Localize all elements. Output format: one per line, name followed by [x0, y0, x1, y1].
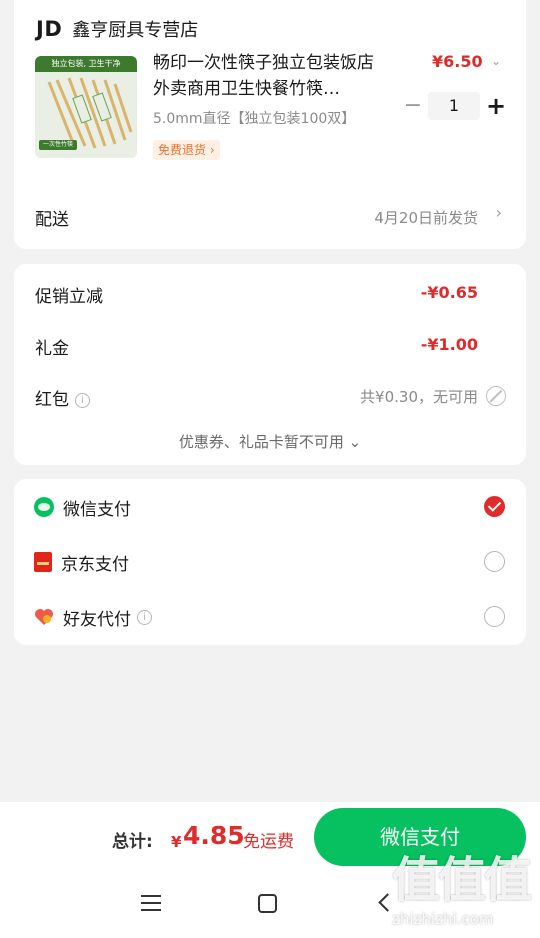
redpacket-label: 红包 — [35, 390, 69, 410]
chevron-right-icon[interactable]: › — [496, 203, 502, 222]
jd-logo: JD — [36, 17, 63, 41]
info-icon[interactable]: i — [75, 393, 90, 408]
product-spec[interactable]: 5.0mm直径【独立包装100双】 — [153, 108, 355, 128]
store-name[interactable]: 鑫亨厨具专营店 — [72, 16, 198, 42]
discount-card: 促销立减 -¥0.65 礼金 -¥1.00 红包 i 共¥0.30，无可用 优惠券… — [14, 264, 526, 465]
product-thumbnail[interactable]: 独立包装, 卫生干净 一次性竹筷 — [35, 56, 137, 158]
coupon-unavailable-note[interactable]: 优惠券、礼品卡暂不可用 ⌄ — [14, 431, 526, 452]
store-header[interactable]: JD 鑫亨厨具专营店 — [36, 16, 198, 42]
info-icon[interactable]: i — [137, 609, 152, 625]
chevron-down-icon[interactable]: ⌄ — [491, 54, 501, 68]
friend-pay-icon — [34, 608, 54, 626]
total-currency: ¥ — [171, 833, 182, 851]
payment-option-label: 微信支付 — [63, 499, 131, 520]
payment-methods-card: 微信支付 京东支付 好友代付 i — [14, 479, 526, 645]
shipping-label: 配送 — [35, 210, 69, 230]
free-return-badge[interactable]: 免费退货 › — [153, 140, 220, 160]
payment-option-wechat[interactable]: 微信支付 — [34, 492, 131, 522]
menu-icon[interactable] — [141, 895, 161, 911]
gift-label: 礼金 — [35, 339, 69, 359]
watermark-logo: 值值值 — [392, 852, 532, 908]
wechat-icon — [34, 497, 54, 517]
promo-label: 促销立减 — [35, 287, 103, 307]
radio-checked-icon[interactable] — [484, 496, 505, 517]
watermark: 值值值 zhizhizhi.com — [388, 850, 534, 932]
radio-unchecked-icon[interactable] — [484, 606, 505, 627]
disabled-icon — [486, 386, 506, 406]
total-amount: 4.85 — [183, 821, 245, 850]
total-label: 总计: — [112, 832, 153, 852]
promo-value: -¥0.65 — [420, 283, 478, 302]
quantity-input[interactable]: 1 — [428, 92, 480, 120]
payment-option-friend[interactable]: 好友代付 i — [34, 602, 152, 632]
watermark-url: zhizhizhi.com — [392, 910, 494, 928]
payment-option-label: 京东支付 — [61, 554, 129, 575]
product-title[interactable]: 畅印一次性筷子独立包装饭店外卖商用卫生快餐竹筷… — [153, 50, 383, 102]
product-price: ¥6.50 — [432, 52, 483, 71]
payment-option-label: 好友代付 — [63, 609, 131, 630]
store-card: JD 鑫亨厨具专营店 独立包装, 卫生干净 一次性竹筷 畅印一次性筷子独立包装饭… — [14, 0, 526, 249]
gift-value: -¥1.00 — [420, 335, 478, 354]
redpacket-row: 红包 i — [35, 385, 90, 410]
shipping-date[interactable]: 4月20日前发货 — [374, 207, 478, 228]
radio-unchecked-icon[interactable] — [484, 551, 505, 572]
jdpay-icon — [34, 552, 52, 572]
thumbnail-bottom-tag: 一次性竹筷 — [39, 140, 78, 150]
quantity-increase-button[interactable]: + — [484, 92, 508, 120]
free-shipping-label: 免运费 — [243, 832, 294, 852]
redpacket-value: 共¥0.30，无可用 — [360, 388, 478, 406]
quantity-decrease-button[interactable]: − — [402, 93, 424, 119]
payment-option-jdpay[interactable]: 京东支付 — [34, 547, 129, 577]
home-icon[interactable] — [258, 894, 277, 913]
